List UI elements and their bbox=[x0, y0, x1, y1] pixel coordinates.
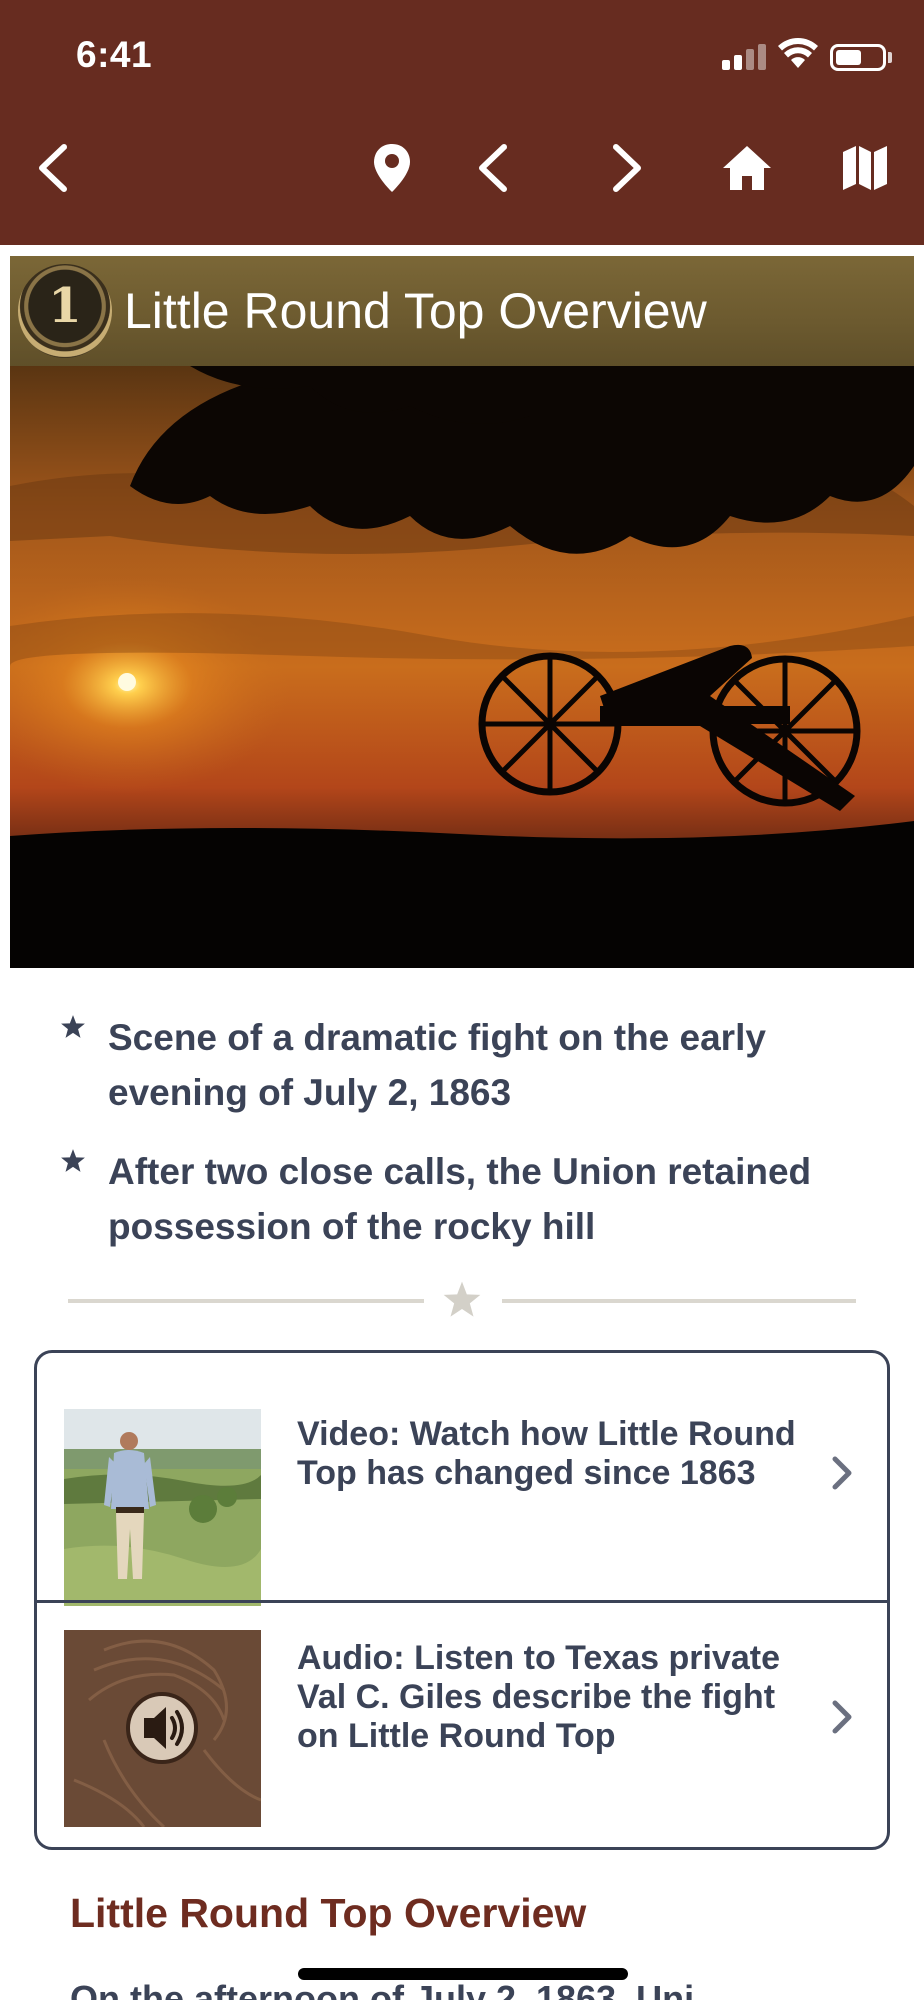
highlights-list: Scene of a dramatic fight on the early e… bbox=[58, 1010, 878, 1278]
home-button[interactable] bbox=[715, 136, 779, 200]
section-body-text: On the afternoon of July 2, 1863, Uni bbox=[70, 1978, 695, 2000]
video-link[interactable]: Video: Watch how Little Round Top has ch… bbox=[37, 1353, 887, 1606]
back-icon bbox=[39, 144, 67, 192]
stop-title-band: 1 Little Round Top Overview bbox=[10, 256, 914, 366]
hero-image bbox=[10, 366, 914, 968]
battery-cap bbox=[888, 52, 892, 63]
audio-link-label: Audio: Listen to Texas private Val C. Gi… bbox=[297, 1639, 781, 1755]
media-card: Video: Watch how Little Round Top has ch… bbox=[34, 1350, 890, 1850]
chevron-right-icon bbox=[832, 1700, 852, 1734]
stop-number: 1 bbox=[48, 278, 82, 334]
next-icon bbox=[613, 144, 641, 192]
video-thumbnail bbox=[64, 1409, 261, 1606]
chevron-right-icon bbox=[832, 1456, 852, 1490]
battery-icon bbox=[830, 44, 886, 71]
bullet-text: After two close calls, the Union retaine… bbox=[108, 1151, 812, 1247]
star-icon bbox=[61, 1015, 85, 1038]
next-stop-button[interactable] bbox=[594, 136, 658, 200]
status-bar: 6:41 bbox=[0, 0, 924, 110]
page-title: Little Round Top Overview bbox=[124, 283, 707, 339]
map-icon bbox=[843, 146, 887, 190]
section-heading: Little Round Top Overview bbox=[70, 1890, 587, 1936]
map-button[interactable] bbox=[833, 136, 897, 200]
star-icon bbox=[443, 1281, 481, 1317]
list-item: After two close calls, the Union retaine… bbox=[58, 1144, 878, 1254]
video-link-label: Video: Watch how Little Round Top has ch… bbox=[297, 1415, 796, 1492]
list-item: Scene of a dramatic fight on the early e… bbox=[58, 1010, 878, 1120]
audio-link[interactable]: Audio: Listen to Texas private Val C. Gi… bbox=[37, 1603, 887, 1847]
cannon-sunset-photo bbox=[10, 366, 914, 968]
signal-icon bbox=[722, 44, 768, 70]
status-time: 6:41 bbox=[76, 34, 153, 75]
previous-icon bbox=[479, 144, 507, 192]
wifi-icon bbox=[778, 38, 818, 68]
audio-thumbnail-speaker bbox=[64, 1630, 261, 1827]
home-indicator[interactable] bbox=[298, 1968, 628, 1980]
nav-bar bbox=[0, 110, 924, 245]
location-pin-icon bbox=[374, 144, 410, 192]
previous-stop-button[interactable] bbox=[462, 136, 526, 200]
section-divider bbox=[68, 1280, 856, 1320]
back-button[interactable] bbox=[22, 136, 86, 200]
bullet-text: Scene of a dramatic fight on the early e… bbox=[108, 1017, 766, 1113]
star-icon bbox=[61, 1149, 85, 1172]
stop-number-badge: 1 bbox=[18, 264, 112, 358]
home-icon bbox=[723, 146, 771, 190]
location-button[interactable] bbox=[360, 136, 424, 200]
video-thumbnail-man-in-field bbox=[64, 1409, 261, 1606]
audio-thumbnail bbox=[64, 1630, 261, 1827]
